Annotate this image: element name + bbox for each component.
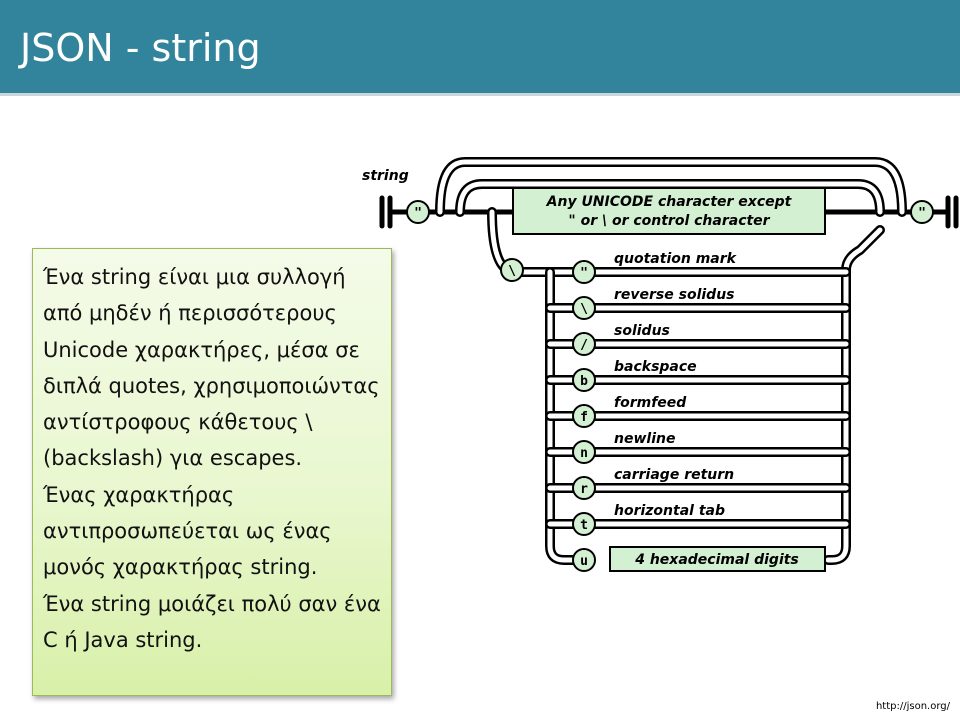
svg-text:/: / [580,338,588,353]
source-link[interactable]: http://json.org/ [876,701,950,712]
hex-digits-box: 4 hexadecimal digits [609,546,826,572]
description-paragraph: Ένα string μοιάζει πολύ σαν ένα C ή Java… [43,591,381,652]
svg-text:f: f [580,410,588,425]
string-syntax-diagram: string " " Any UNICODE character except … [362,157,959,572]
slide-title: JSON - string [20,26,261,70]
svg-text:b: b [580,374,588,389]
svg-text:n: n [580,446,588,461]
svg-text:formfeed: formfeed [614,395,687,411]
svg-text:4 hexadecimal digits: 4 hexadecimal digits [634,552,799,568]
svg-text:solidus: solidus [614,323,670,339]
svg-text:": " [918,206,926,221]
close-quote-token: " [910,200,934,224]
svg-text:reverse solidus: reverse solidus [614,287,735,303]
svg-text:newline: newline [614,431,675,447]
svg-text:": " [580,266,588,281]
slide-header: JSON - string [0,0,960,96]
description-paragraph: Ένα string είναι μια συλλογή από μηδέν ή… [43,265,380,471]
any-unicode-char-box: Any UNICODE character except " or \ or c… [512,187,826,235]
svg-text:": " [414,206,422,221]
svg-text:t: t [580,518,588,533]
svg-text:" or \ or control character: " or \ or control character [568,213,770,229]
svg-text:u: u [580,554,588,569]
svg-text:Any UNICODE character except: Any UNICODE character except [546,194,793,210]
open-quote-token: " [406,200,430,224]
svg-text:r: r [580,482,588,497]
backslash-token: \ [500,258,524,282]
description-paragraph: Ένας χαρακτήρας αντιπροσωπεύεται ως ένας… [43,482,332,580]
svg-text:quotation mark: quotation mark [614,251,738,267]
svg-text:\: \ [580,302,588,317]
escape-row: u [572,548,596,572]
description-textbox: Ένα string είναι μια συλλογή από μηδέν ή… [32,248,392,696]
diagram-name-label: string [362,168,409,184]
svg-text:\: \ [508,264,516,279]
svg-text:horizontal tab: horizontal tab [614,503,725,519]
svg-text:backspace: backspace [614,359,697,375]
svg-text:carriage return: carriage return [614,467,734,483]
